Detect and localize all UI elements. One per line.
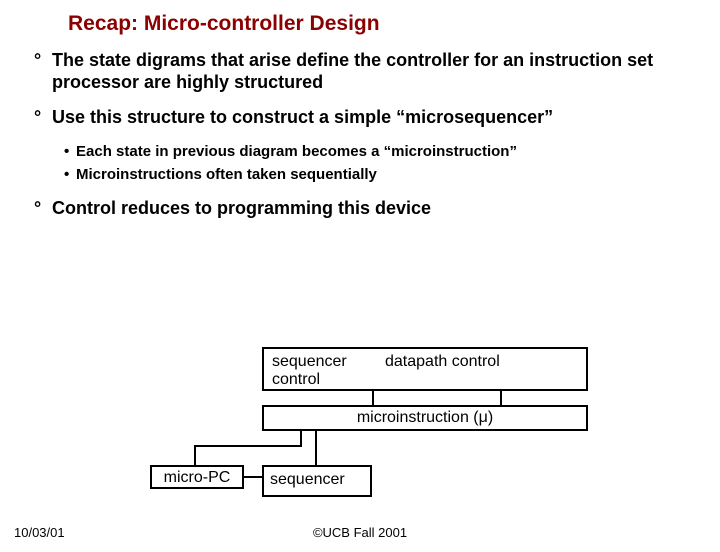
bullet-list: ° The state digrams that arise define th… <box>34 50 700 220</box>
datapath-control-label: datapath control <box>378 351 582 387</box>
dot-bullet-icon: • <box>64 166 69 185</box>
control-fields-box: sequencer control datapath control <box>262 347 588 391</box>
wire <box>194 445 302 447</box>
degree-bullet-icon: ° <box>34 198 41 220</box>
bullet-1: ° The state digrams that arise define th… <box>34 50 700 93</box>
sequencer-box: sequencer <box>262 465 372 497</box>
footer-copyright: ©UCB Fall 2001 <box>0 525 720 540</box>
dot-bullet-icon: • <box>64 143 69 162</box>
microinstruction-box: microinstruction (μ) <box>262 405 588 431</box>
bullet-2: ° Use this structure to construct a simp… <box>34 107 700 129</box>
micro-pc-box: micro-PC <box>150 465 244 489</box>
bullet-2-text: Use this structure to construct a simple… <box>52 107 553 127</box>
microsequencer-diagram: sequencer control datapath control micro… <box>140 347 610 517</box>
bullet-2a-text: Each state in previous diagram becomes a… <box>76 143 517 160</box>
bullet-2a: • Each state in previous diagram becomes… <box>64 143 700 162</box>
wire <box>244 476 262 478</box>
degree-bullet-icon: ° <box>34 107 41 129</box>
wire <box>315 431 317 465</box>
bullet-2b-text: Microinstructions often taken sequential… <box>76 166 377 183</box>
wire <box>372 391 374 405</box>
wire <box>500 391 502 405</box>
degree-bullet-icon: ° <box>34 50 41 72</box>
bullet-3: ° Control reduces to programming this de… <box>34 198 700 220</box>
bullet-3-text: Control reduces to programming this devi… <box>52 198 431 218</box>
bullet-2b: • Microinstructions often taken sequenti… <box>64 166 700 185</box>
sequencer-control-label: sequencer control <box>268 351 378 387</box>
bullet-1-text: The state digrams that arise define the … <box>52 50 653 92</box>
slide-title: Recap: Micro-controller Design <box>68 12 720 36</box>
